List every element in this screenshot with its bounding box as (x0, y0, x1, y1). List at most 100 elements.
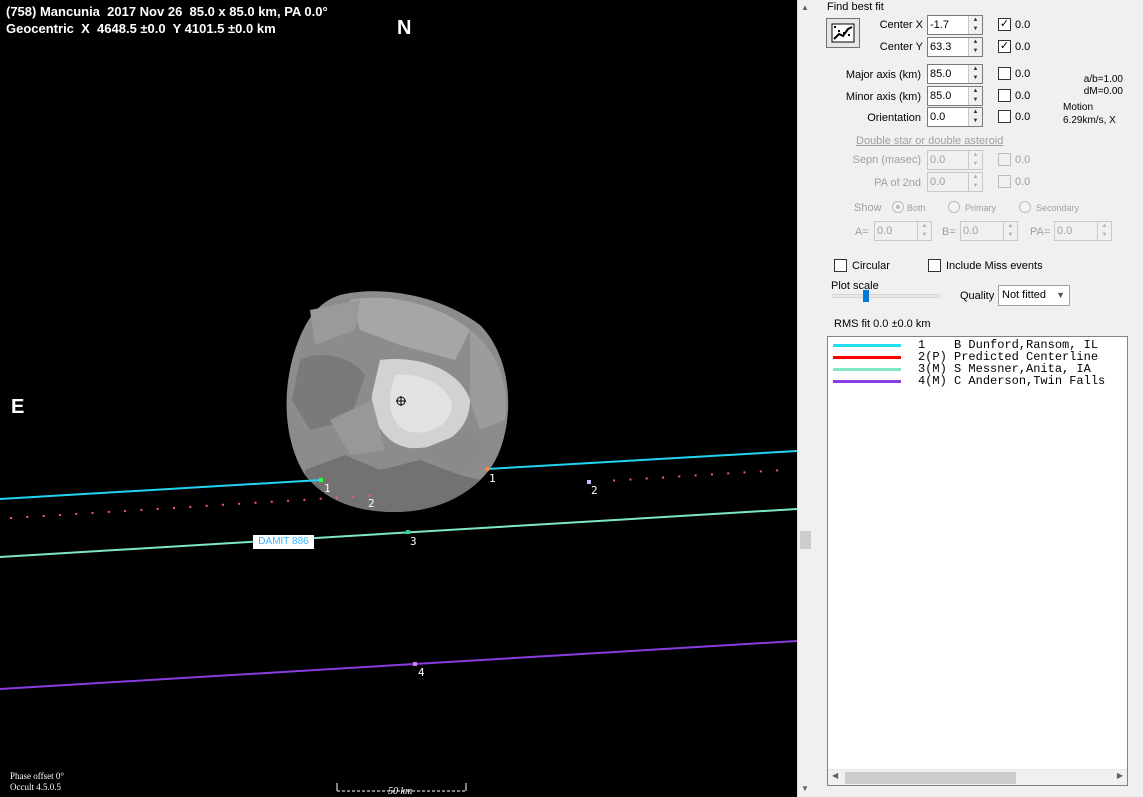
separation-fit-checkbox[interactable] (998, 153, 1011, 166)
plot-scale-track[interactable] (832, 294, 940, 298)
phase-offset-text: Phase offset 0° (10, 771, 64, 781)
predicted-centerline-dot (221, 503, 224, 506)
find-best-fit-button[interactable] (826, 18, 860, 48)
predicted-centerline-dot (254, 501, 257, 504)
center-x-input[interactable] (928, 16, 968, 34)
predicted-centerline-dot (189, 505, 192, 508)
minor-axis-rms: 0.0 (1015, 90, 1031, 102)
scroll-down-icon[interactable]: ▼ (801, 784, 809, 793)
center-y-input[interactable] (928, 38, 968, 56)
separation-spinner[interactable]: ▲▼ (927, 150, 983, 170)
predicted-centerline-dot (613, 479, 616, 482)
fit-control-panel: Find best fit Center X ▲▼ ✓ 0.0 Center Y… (813, 0, 1143, 797)
center-y-spinner[interactable]: ▲▼ (927, 37, 983, 57)
orientation-fit-checkbox[interactable] (998, 110, 1011, 123)
spin-up-icon[interactable]: ▲ (969, 151, 982, 160)
minor-axis-input[interactable] (928, 87, 968, 105)
double-star-link[interactable]: Double star or double asteroid (856, 135, 1003, 147)
spin-down-icon[interactable]: ▼ (969, 25, 982, 34)
spin-up-icon[interactable]: ▲ (969, 87, 982, 96)
predicted-centerline-dot (42, 515, 45, 517)
a-input[interactable] (875, 222, 917, 240)
spin-up-icon[interactable]: ▲ (969, 65, 982, 74)
center-x-fit-checkbox[interactable]: ✓ (998, 18, 1011, 31)
circular-checkbox[interactable] (834, 259, 847, 272)
spin-up-icon[interactable]: ▲ (969, 38, 982, 47)
spin-down-icon[interactable]: ▼ (969, 182, 982, 191)
major-axis-spinner[interactable]: ▲▼ (927, 64, 983, 84)
spin-down-icon[interactable]: ▼ (969, 96, 982, 105)
orientation-spinner[interactable]: ▲▼ (927, 107, 983, 127)
pa-spinner[interactable]: ▲▼ (1054, 221, 1112, 241)
plot-scale-thumb[interactable] (863, 290, 869, 302)
include-miss-checkbox[interactable] (928, 259, 941, 272)
quality-select[interactable]: Not fitted ▼ (998, 285, 1070, 306)
chord-label-4: 4 (418, 666, 425, 679)
scroll-right-icon[interactable]: ▶ (1117, 771, 1123, 780)
show-secondary-radio[interactable] (1019, 201, 1031, 213)
spin-up-icon[interactable]: ▲ (918, 222, 931, 231)
plot-title: (758) Mancunia 2017 Nov 26 85.0 x 85.0 k… (6, 4, 328, 19)
damit-model-label: DAMIT 886 (253, 535, 314, 549)
major-axis-input[interactable] (928, 65, 968, 83)
predicted-centerline-dot (107, 510, 110, 513)
pa-input[interactable] (1055, 222, 1097, 240)
minor-axis-spinner[interactable]: ▲▼ (927, 86, 983, 106)
center-y-label: Center Y (879, 41, 923, 53)
chord-label-3: 3 (410, 535, 417, 548)
spin-up-icon[interactable]: ▲ (1098, 222, 1111, 231)
spin-down-icon[interactable]: ▼ (969, 160, 982, 169)
predicted-centerline-dot (727, 472, 730, 475)
predicted-centerline-dot (58, 514, 61, 516)
spin-up-icon[interactable]: ▲ (1004, 222, 1017, 231)
spin-up-icon[interactable]: ▲ (969, 16, 982, 25)
scroll-thumb[interactable] (800, 531, 811, 549)
center-y-rms: 0.0 (1015, 41, 1031, 53)
predicted-centerline-dot (303, 498, 306, 501)
legend-line-swatch (833, 344, 901, 347)
separation-label: Sepn (masec) (852, 154, 921, 166)
spin-down-icon[interactable]: ▼ (918, 231, 931, 240)
spin-down-icon[interactable]: ▼ (1098, 231, 1111, 240)
spin-down-icon[interactable]: ▼ (969, 47, 982, 56)
pa-second-input[interactable] (928, 173, 968, 191)
center-x-spinner[interactable]: ▲▼ (927, 15, 983, 35)
scroll-thumb[interactable] (845, 772, 1016, 784)
orientation-input[interactable] (928, 108, 968, 126)
major-axis-fit-checkbox[interactable] (998, 67, 1011, 80)
pa-second-fit-checkbox[interactable] (998, 175, 1011, 188)
chord-1-east-marker (485, 467, 489, 471)
plot-subtitle: Geocentric X 4648.5 ±0.0 Y 4101.5 ±0.0 k… (6, 21, 276, 36)
scroll-up-icon[interactable]: ▲ (801, 3, 809, 12)
b-spinner[interactable]: ▲▼ (960, 221, 1018, 241)
show-both-radio[interactable] (892, 201, 904, 213)
occultation-plot[interactable]: (758) Mancunia 2017 Nov 26 85.0 x 85.0 k… (0, 0, 797, 797)
a-spinner[interactable]: ▲▼ (874, 221, 932, 241)
scroll-left-icon[interactable]: ◀ (832, 771, 838, 780)
minor-axis-fit-checkbox[interactable] (998, 89, 1011, 102)
pa-second-label: PA of 2nd (874, 177, 921, 189)
legend-entry-text: 4(M) C Anderson,Twin Falls (918, 374, 1106, 388)
spin-up-icon[interactable]: ▲ (969, 173, 982, 182)
spin-down-icon[interactable]: ▼ (969, 74, 982, 83)
center-y-fit-checkbox[interactable]: ✓ (998, 40, 1011, 53)
spin-down-icon[interactable]: ▼ (1004, 231, 1017, 240)
chord-3-marker (406, 530, 410, 534)
east-label: E (11, 396, 25, 418)
show-primary-radio[interactable] (948, 201, 960, 213)
predicted-centerline-dot (319, 497, 322, 500)
b-input[interactable] (961, 222, 1003, 240)
legend-row[interactable]: 4(M) C Anderson,Twin Falls (828, 374, 1127, 388)
scale-bar-label: 50 km (388, 786, 413, 797)
spin-up-icon[interactable]: ▲ (969, 108, 982, 117)
chord-legend-list[interactable]: 1 B Dunford,Ransom, IL 2(P) Predicted Ce… (827, 336, 1128, 786)
find-best-fit-label: Find best fit (827, 1, 884, 13)
predicted-centerline-dot (205, 504, 208, 507)
plot-vertical-scrollbar[interactable]: ▲ ▼ (797, 0, 813, 797)
circular-label: Circular (852, 260, 890, 272)
separation-input[interactable] (928, 151, 968, 169)
spin-down-icon[interactable]: ▼ (969, 117, 982, 126)
b-label: B= (942, 226, 956, 238)
legend-horizontal-scrollbar[interactable]: ◀ ▶ (828, 769, 1127, 785)
pa-second-spinner[interactable]: ▲▼ (927, 172, 983, 192)
